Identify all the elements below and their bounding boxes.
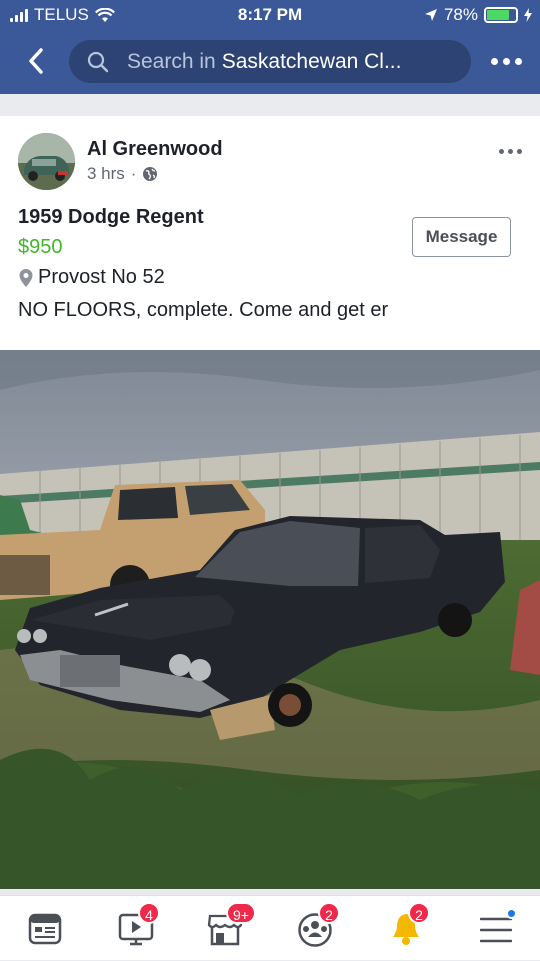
post-meta: 3 hrs · — [87, 164, 158, 184]
post-author[interactable]: Al Greenwood — [87, 138, 223, 161]
listing-photo[interactable] — [0, 350, 540, 889]
battery-group: 78% — [424, 5, 532, 25]
chevron-left-icon[interactable] — [22, 46, 50, 76]
post-time: 3 hrs — [87, 164, 125, 183]
listing-location: Provost No 52 — [18, 266, 165, 289]
charging-icon — [524, 8, 532, 22]
listing-description: NO FLOORS, complete. Come and get er — [18, 299, 389, 321]
globe-icon — [143, 167, 158, 181]
battery-percent: 78% — [443, 5, 478, 24]
post-options-icon[interactable] — [499, 149, 522, 154]
news-feed-icon — [28, 913, 62, 945]
status-bar: TELUS 8:17 PM 78% — [0, 0, 540, 32]
tab-groups[interactable]: 2 — [288, 896, 384, 961]
search-prefix: Search in — [127, 49, 216, 73]
search-input[interactable]: Search in Saskatchewan Cl... — [69, 40, 471, 83]
search-context: Saskatchewan Cl... — [221, 49, 402, 73]
avatar[interactable] — [18, 133, 75, 190]
battery-icon — [484, 7, 518, 23]
marketplace-post: Al Greenwood 3 hrs · 1959 Dodge Regent $… — [0, 116, 540, 889]
groups-badge: 2 — [318, 902, 340, 924]
menu-icon — [480, 917, 512, 943]
location-arrow-icon — [424, 9, 437, 21]
tab-news-feed[interactable] — [0, 896, 96, 961]
tab-menu[interactable] — [472, 896, 540, 961]
navigation-bar: Search in Saskatchewan Cl... — [0, 32, 540, 94]
menu-new-dot — [506, 908, 517, 919]
message-button[interactable]: Message — [412, 217, 511, 257]
more-dots-icon[interactable] — [491, 58, 522, 65]
tab-marketplace[interactable]: 9+ — [192, 896, 288, 961]
separator-dot: · — [130, 164, 137, 183]
tab-bar: 4 9+ 2 2 — [0, 895, 540, 960]
location-pin-icon — [19, 268, 33, 287]
listing-price: $950 — [18, 236, 63, 258]
watch-badge: 4 — [138, 902, 160, 924]
search-icon — [87, 51, 109, 73]
marketplace-badge: 9+ — [226, 902, 256, 924]
location-label: Provost No 52 — [38, 266, 165, 288]
tab-notifications[interactable]: 2 — [384, 896, 480, 961]
tab-watch[interactable]: 4 — [96, 896, 192, 961]
notifications-badge: 2 — [408, 902, 430, 924]
listing-title: 1959 Dodge Regent — [18, 206, 204, 228]
